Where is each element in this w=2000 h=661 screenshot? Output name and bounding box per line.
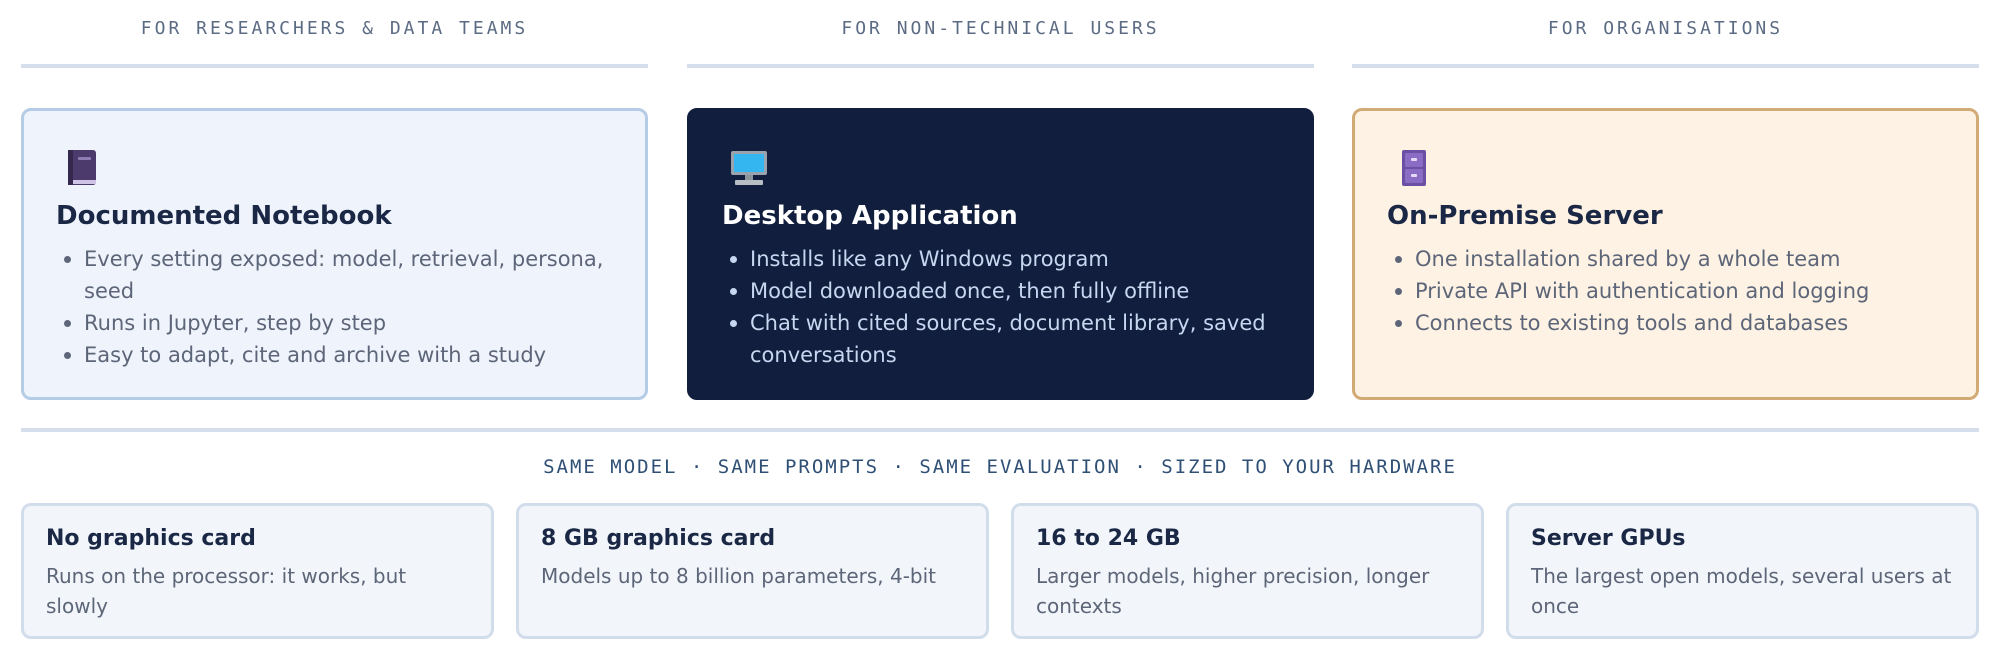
tier-title: No graphics card bbox=[46, 526, 256, 551]
server-card[interactable]: On-Premise Server One installation share… bbox=[1352, 108, 1979, 400]
feature-list: Installs like any Windows program Model … bbox=[722, 243, 1279, 371]
card-title: On-Premise Server bbox=[1387, 201, 1663, 231]
list-item: Every setting exposed: model, retrieval,… bbox=[56, 243, 613, 307]
list-item: Runs in Jupyter, step by step bbox=[56, 307, 613, 339]
list-item: Model downloaded once, then fully offlin… bbox=[722, 275, 1279, 307]
notebook-card[interactable]: Documented Notebook Every setting expose… bbox=[21, 108, 648, 400]
book-icon bbox=[68, 150, 96, 185]
feature-list: Every setting exposed: model, retrieval,… bbox=[56, 243, 613, 371]
tier-title: 8 GB graphics card bbox=[541, 526, 776, 551]
section-divider bbox=[21, 428, 1979, 432]
desktop-app-card[interactable]: Desktop Application Installs like any Wi… bbox=[687, 108, 1314, 400]
tier-description: Larger models, higher precision, longer … bbox=[1036, 564, 1430, 618]
list-item: One installation shared by a whole team bbox=[1387, 243, 1944, 275]
hardware-tier-server[interactable]: Server GPUs The largest open models, sev… bbox=[1506, 503, 1979, 639]
hardware-tier-8gb[interactable]: 8 GB graphics card Models up to 8 billio… bbox=[516, 503, 989, 639]
tier-description: Runs on the processor: it works, but slo… bbox=[46, 564, 407, 618]
list-item: Connects to existing tools and databases bbox=[1387, 307, 1944, 339]
tier-description: Models up to 8 billion parameters, 4-bit bbox=[541, 564, 937, 588]
desktop-computer-icon bbox=[731, 151, 767, 185]
card-title: Documented Notebook bbox=[56, 201, 392, 231]
column-heading-organisations: FOR ORGANISATIONS bbox=[1352, 0, 1979, 68]
tier-title: 16 to 24 GB bbox=[1036, 526, 1181, 551]
list-item: Private API with authentication and logg… bbox=[1387, 275, 1944, 307]
feature-list: One installation shared by a whole team … bbox=[1387, 243, 1944, 339]
list-item: Chat with cited sources, document librar… bbox=[722, 307, 1279, 371]
list-item: Easy to adapt, cite and archive with a s… bbox=[56, 339, 613, 371]
column-heading-non-technical: FOR NON-TECHNICAL USERS bbox=[687, 0, 1314, 68]
column-heading-researchers: FOR RESEARCHERS & DATA TEAMS bbox=[21, 0, 648, 68]
hardware-tier-16-24gb[interactable]: 16 to 24 GB Larger models, higher precis… bbox=[1011, 503, 1484, 639]
list-item: Installs like any Windows program bbox=[722, 243, 1279, 275]
hardware-tier-no-gpu[interactable]: No graphics card Runs on the processor: … bbox=[21, 503, 494, 639]
tagline: SAME MODEL · SAME PROMPTS · SAME EVALUAT… bbox=[543, 456, 1457, 478]
card-title: Desktop Application bbox=[722, 201, 1018, 231]
tier-title: Server GPUs bbox=[1531, 526, 1686, 551]
file-cabinet-icon bbox=[1402, 150, 1426, 186]
tier-description: The largest open models, several users a… bbox=[1531, 564, 1952, 618]
